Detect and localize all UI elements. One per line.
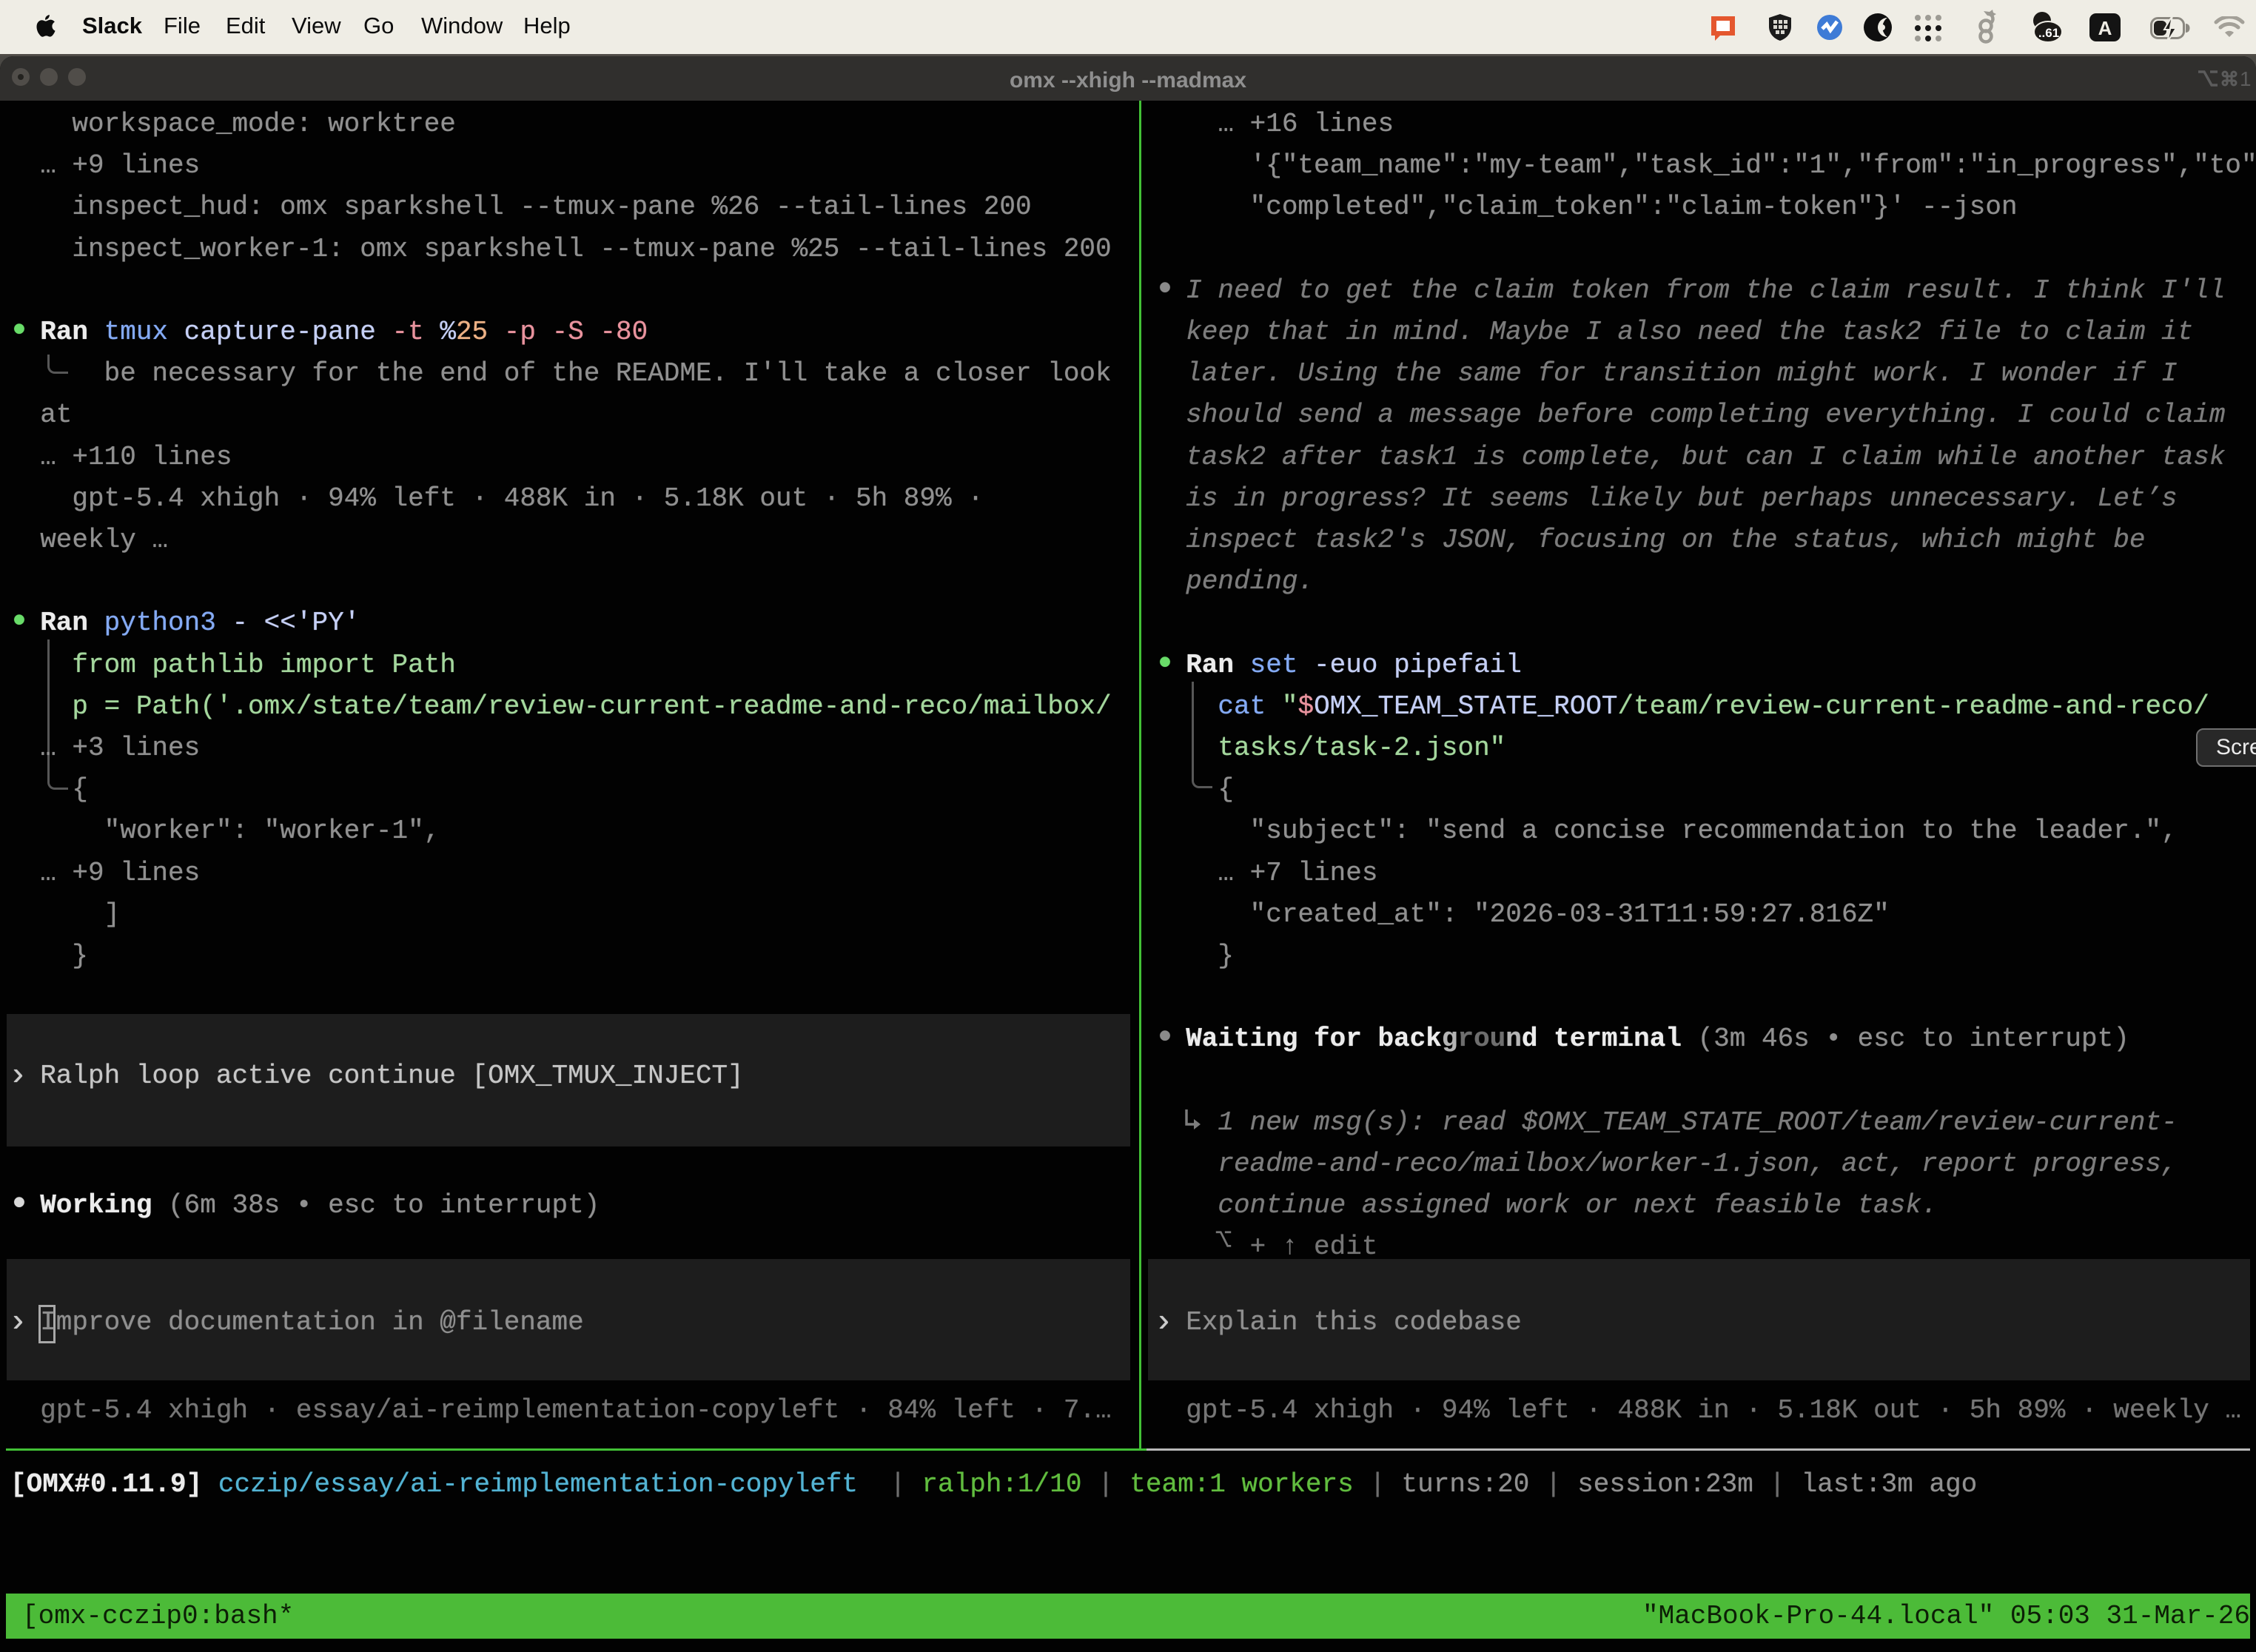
svg-text:A: A — [2098, 17, 2112, 39]
svg-text:..61: ..61 — [2038, 26, 2059, 40]
svg-text:1: 1 — [2240, 67, 2252, 90]
